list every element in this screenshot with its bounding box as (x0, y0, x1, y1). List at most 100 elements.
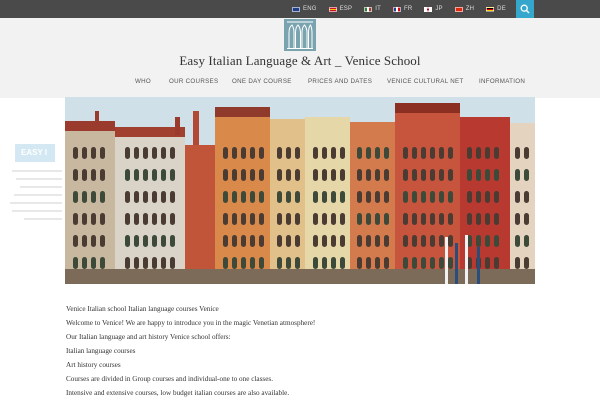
building-window (232, 191, 237, 203)
building-window (250, 191, 255, 203)
building-window (357, 257, 362, 269)
site-title[interactable]: Easy Italian Language & Art _ Venice Sch… (0, 53, 600, 69)
hero-image-venice-buildings (65, 97, 535, 284)
building-window (485, 147, 490, 159)
building-window (223, 191, 228, 203)
building-window (259, 213, 264, 225)
building-window (322, 169, 327, 181)
lang-jp[interactable]: JP (424, 6, 443, 12)
building-window (421, 169, 426, 181)
building-window (82, 169, 87, 181)
building-window (143, 169, 148, 181)
intro-text: Venice Italian school Italian language c… (66, 302, 536, 400)
building-window (366, 213, 371, 225)
building-window (467, 191, 472, 203)
intro-line-3: Our Italian language and art history Ven… (66, 333, 231, 341)
lang-label: ENG (303, 6, 317, 12)
building-window (143, 191, 148, 203)
building-window (340, 257, 345, 269)
building-window (515, 235, 520, 247)
building-window (430, 235, 435, 247)
lang-it[interactable]: IT (364, 6, 381, 12)
building-window (134, 235, 139, 247)
building-window (403, 213, 408, 225)
building-window (295, 147, 300, 159)
building-window (476, 235, 481, 247)
search-button[interactable] (516, 0, 534, 18)
building-window (125, 169, 130, 181)
building-window (331, 169, 336, 181)
building-window (340, 147, 345, 159)
building-window (448, 213, 453, 225)
nav-item-our-courses[interactable]: OUR COURSES (169, 78, 218, 85)
building-window (439, 257, 444, 269)
building-window (295, 169, 300, 181)
building-window (259, 235, 264, 247)
building-window (232, 257, 237, 269)
building-window (91, 257, 96, 269)
building-window (340, 169, 345, 181)
building-window (223, 213, 228, 225)
nav-item-who[interactable]: WHO (135, 78, 151, 85)
building-window (384, 235, 389, 247)
building-window (313, 257, 318, 269)
building-window (161, 257, 166, 269)
building-window (125, 213, 130, 225)
building-window (241, 213, 246, 225)
nav-item-prices-and-dates[interactable]: PRICES AND DATES (308, 78, 372, 85)
building-window (143, 147, 148, 159)
building-window (494, 213, 499, 225)
lang-de[interactable]: DE (486, 6, 506, 12)
building-window (313, 235, 318, 247)
building-window (286, 257, 291, 269)
lang-eng[interactable]: ENG (292, 6, 317, 12)
building-window (467, 147, 472, 159)
building-window (223, 235, 228, 247)
building-window (232, 213, 237, 225)
nav-item-information[interactable]: INFORMATION (479, 78, 525, 85)
building-window (412, 169, 417, 181)
building-window (384, 191, 389, 203)
building-window (73, 169, 78, 181)
building-window (430, 169, 435, 181)
building-window (515, 257, 520, 269)
building-window (250, 147, 255, 159)
building-window (467, 213, 472, 225)
building-window (250, 213, 255, 225)
building-window (82, 191, 87, 203)
building-window (223, 147, 228, 159)
building-window (82, 147, 87, 159)
building-window (357, 235, 362, 247)
building-window (295, 191, 300, 203)
building-window (403, 169, 408, 181)
building-window (375, 213, 380, 225)
building-window (331, 235, 336, 247)
building-window (403, 147, 408, 159)
building-window (366, 191, 371, 203)
building-window (286, 191, 291, 203)
building-window (439, 235, 444, 247)
lang-fr[interactable]: FR (392, 6, 412, 12)
building-window (322, 147, 327, 159)
site-logo[interactable] (284, 19, 316, 51)
building-window (430, 147, 435, 159)
building-window (170, 169, 175, 181)
building-window (152, 191, 157, 203)
intro-line-2: Welcome to Venice! We are happy to intro… (66, 319, 316, 327)
nav-item-venice-cultural-net[interactable]: VENICE CULTURAL NET (387, 78, 464, 85)
building-window (331, 213, 336, 225)
building-window (259, 147, 264, 159)
building-window (448, 191, 453, 203)
building-window (286, 169, 291, 181)
building-window (448, 169, 453, 181)
building-window (366, 147, 371, 159)
building-window (277, 213, 282, 225)
building-window (412, 191, 417, 203)
building-window (485, 257, 490, 269)
nav-item-one-day-course[interactable]: ONE DAY COURSE (232, 78, 292, 85)
building-window (232, 169, 237, 181)
building-window (250, 169, 255, 181)
lang-label: ZH (465, 6, 475, 12)
lang-esp[interactable]: ESP (328, 6, 353, 12)
lang-zh[interactable]: ZH (454, 6, 475, 12)
